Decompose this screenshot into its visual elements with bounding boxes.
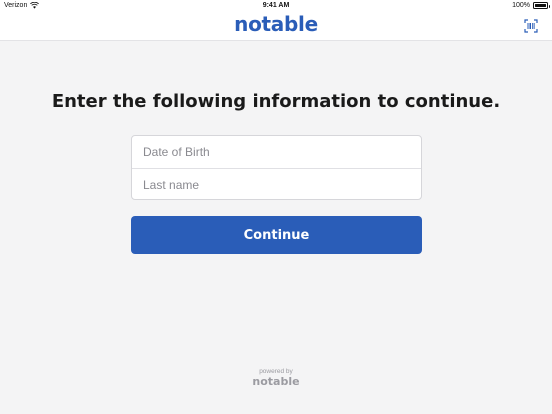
barcode-scan-icon[interactable] <box>524 19 538 33</box>
battery-percent: 100% <box>512 2 530 9</box>
date-of-birth-field[interactable] <box>132 136 421 168</box>
app-logo: notable <box>234 12 318 36</box>
last-name-field[interactable] <box>132 169 421 201</box>
page-title: Enter the following information to conti… <box>51 91 501 112</box>
footer-logo: notable <box>252 375 300 388</box>
status-right: 100% <box>512 2 550 9</box>
continue-button[interactable]: Continue <box>131 216 422 254</box>
status-bar: Verizon 9:41 AM 100% <box>0 0 552 11</box>
battery-icon <box>533 2 550 9</box>
clock: 9:41 AM <box>262 2 290 9</box>
footer: powered by notable <box>0 368 552 388</box>
patient-form <box>131 135 422 201</box>
nav-bar: notable <box>0 11 552 41</box>
